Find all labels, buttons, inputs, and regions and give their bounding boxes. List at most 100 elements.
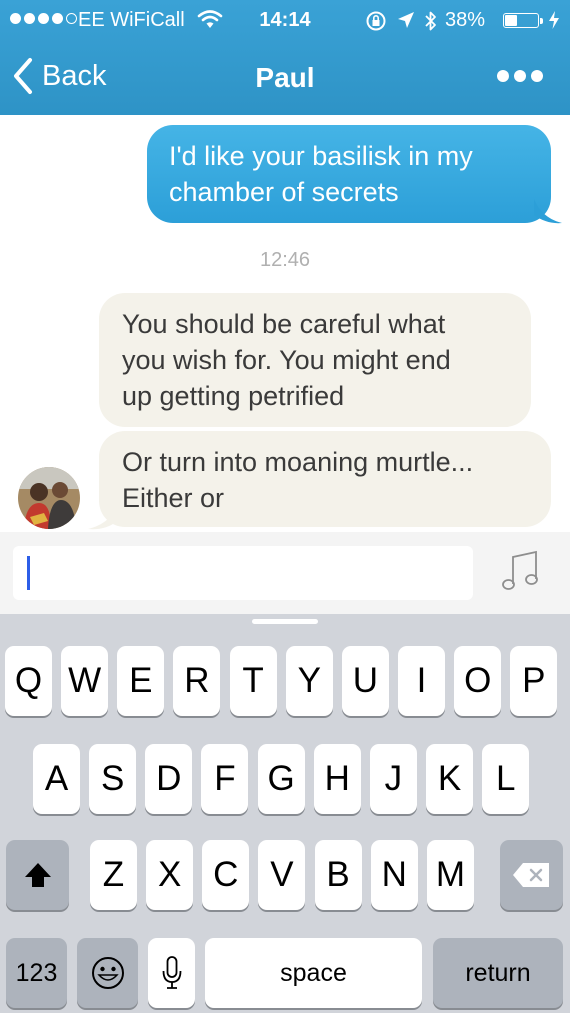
key-b[interactable]: B	[314, 840, 362, 910]
key-label: O	[464, 661, 492, 700]
return-key-label: return	[465, 958, 531, 987]
keyboard-handle[interactable]	[252, 619, 318, 624]
key-label: J	[384, 759, 403, 798]
music-note-icon	[502, 550, 538, 590]
music-button[interactable]	[500, 549, 542, 598]
key-j[interactable]: J	[369, 744, 417, 814]
avatar-photo	[18, 467, 80, 529]
key-label: I	[416, 661, 427, 700]
bluetooth-icon	[425, 11, 436, 31]
emoji-icon	[91, 957, 124, 989]
incoming-message-bubble[interactable]: Or turn into moaning murtle... Either or	[99, 431, 551, 527]
bubble-tail	[534, 199, 562, 224]
text-caret	[27, 556, 30, 590]
shift-key[interactable]	[6, 840, 69, 910]
battery-level-fill	[505, 15, 517, 26]
key-n[interactable]: N	[370, 840, 418, 910]
back-chevron-icon	[14, 58, 32, 94]
key-label: L	[495, 759, 516, 798]
key-m[interactable]: M	[426, 840, 474, 910]
key-t[interactable]: T	[229, 646, 277, 716]
message-input[interactable]	[13, 546, 473, 600]
key-s[interactable]: S	[89, 744, 137, 814]
location-arrow-icon	[398, 12, 414, 28]
battery-nub	[540, 18, 543, 24]
incoming-message-bubble[interactable]: You should be careful what you wish for.…	[99, 293, 531, 427]
key-y[interactable]: Y	[285, 646, 333, 716]
key-c[interactable]: C	[202, 840, 250, 910]
key-label: C	[213, 855, 239, 894]
nav-bar: Back Paul	[0, 40, 570, 115]
key-label: F	[214, 759, 236, 798]
status-bar: EE WiFiCall 14:14 38%	[0, 0, 570, 40]
bubble-tail	[88, 507, 116, 530]
key-e[interactable]: E	[117, 646, 165, 716]
battery-icon	[503, 13, 539, 28]
back-button[interactable]: Back	[12, 54, 106, 98]
battery-percentage: 38%	[445, 9, 486, 31]
key-label: Z	[102, 855, 125, 894]
key-label: T	[242, 661, 264, 700]
key-label: G	[267, 759, 295, 798]
outgoing-message-bubble[interactable]: I'd like your basilisk in my chamber of …	[147, 125, 551, 223]
return-key[interactable]: return	[433, 938, 563, 1008]
key-l[interactable]: L	[482, 744, 530, 814]
keyboard: 123 space return QWERTYUIOP ASDFGHJKL ZXCV…	[0, 614, 570, 1013]
more-options-button[interactable]	[490, 64, 550, 88]
key-q[interactable]: Q	[5, 646, 52, 716]
key-label: Q	[14, 661, 43, 700]
message-text: You should be careful what you wish for.…	[122, 309, 451, 411]
message-text: I'd like your basilisk in my chamber of …	[169, 141, 473, 207]
key-z[interactable]: Z	[90, 840, 137, 910]
key-p[interactable]: P	[510, 646, 558, 716]
key-f[interactable]: F	[201, 744, 249, 814]
key-label: B	[326, 855, 350, 894]
key-label: E	[129, 661, 153, 700]
space-key[interactable]: space	[205, 938, 422, 1008]
key-label: K	[437, 759, 462, 798]
key-w[interactable]: W	[61, 646, 109, 716]
key-label: Y	[297, 661, 321, 700]
shift-icon	[24, 863, 51, 887]
message-text: Or turn into moaning murtle... Either or	[122, 447, 474, 513]
numbers-key-label: 123	[15, 958, 58, 987]
backspace-icon	[512, 863, 549, 887]
key-label: A	[44, 759, 69, 798]
key-h[interactable]: H	[313, 744, 361, 814]
key-label: D	[156, 759, 182, 798]
dictation-key[interactable]	[148, 938, 195, 1008]
key-g[interactable]: G	[257, 744, 305, 814]
key-label: X	[157, 855, 182, 894]
key-o[interactable]: O	[454, 646, 502, 716]
emoji-key[interactable]	[77, 938, 138, 1008]
key-label: N	[381, 855, 407, 894]
numbers-key[interactable]: 123	[6, 938, 67, 1008]
microphone-icon	[162, 956, 181, 989]
header: EE WiFiCall 14:14 38% Back Paul	[0, 0, 570, 115]
key-label: M	[435, 855, 465, 894]
key-label: S	[100, 759, 125, 798]
key-label: U	[352, 661, 379, 700]
key-x[interactable]: X	[146, 840, 194, 910]
key-label: H	[324, 759, 350, 798]
compose-bar	[0, 532, 570, 614]
key-u[interactable]: U	[341, 646, 389, 716]
back-label: Back	[42, 59, 107, 92]
rotation-lock-icon	[366, 11, 386, 31]
message-timestamp: 12:46	[259, 249, 311, 271]
contact-avatar[interactable]	[18, 467, 80, 529]
key-d[interactable]: D	[145, 744, 193, 814]
key-k[interactable]: K	[426, 744, 474, 814]
key-label: R	[184, 661, 210, 700]
message-list[interactable]: I'd like your basilisk in my chamber of …	[0, 115, 570, 532]
charging-icon	[549, 11, 559, 29]
key-v[interactable]: V	[258, 840, 306, 910]
key-r[interactable]: R	[173, 646, 221, 716]
key-label: W	[68, 661, 102, 700]
key-label: P	[522, 661, 546, 700]
space-key-label: space	[280, 958, 347, 987]
key-i[interactable]: I	[398, 646, 446, 716]
key-label: V	[270, 855, 294, 894]
key-a[interactable]: A	[33, 744, 80, 814]
backspace-key[interactable]	[500, 840, 563, 910]
